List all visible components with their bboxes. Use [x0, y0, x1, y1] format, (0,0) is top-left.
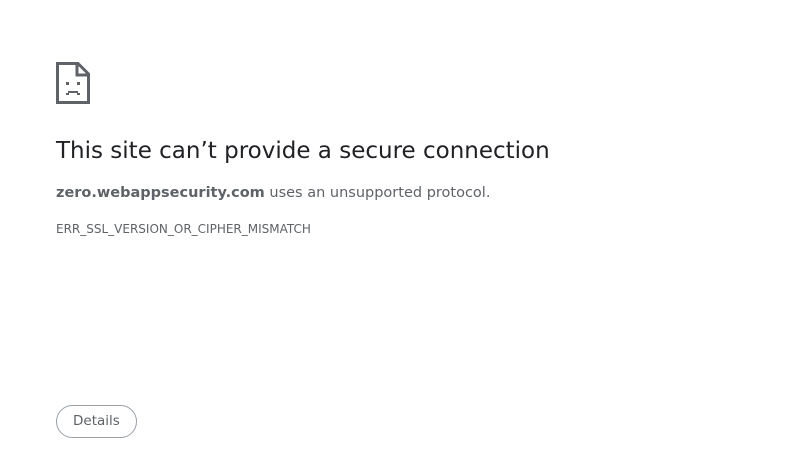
error-code: ERR_SSL_VERSION_OR_CIPHER_MISMATCH [56, 222, 311, 236]
error-message-suffix: uses an unsupported protocol. [264, 185, 491, 201]
details-button[interactable]: Details [56, 405, 137, 438]
error-message: zero.webappsecurity.com uses an unsuppor… [56, 183, 490, 203]
sad-document-icon [56, 62, 90, 104]
error-title: This site can’t provide a secure connect… [56, 138, 550, 164]
error-host: zero.webappsecurity.com [56, 185, 265, 201]
error-page: This site can’t provide a secure connect… [0, 0, 800, 461]
